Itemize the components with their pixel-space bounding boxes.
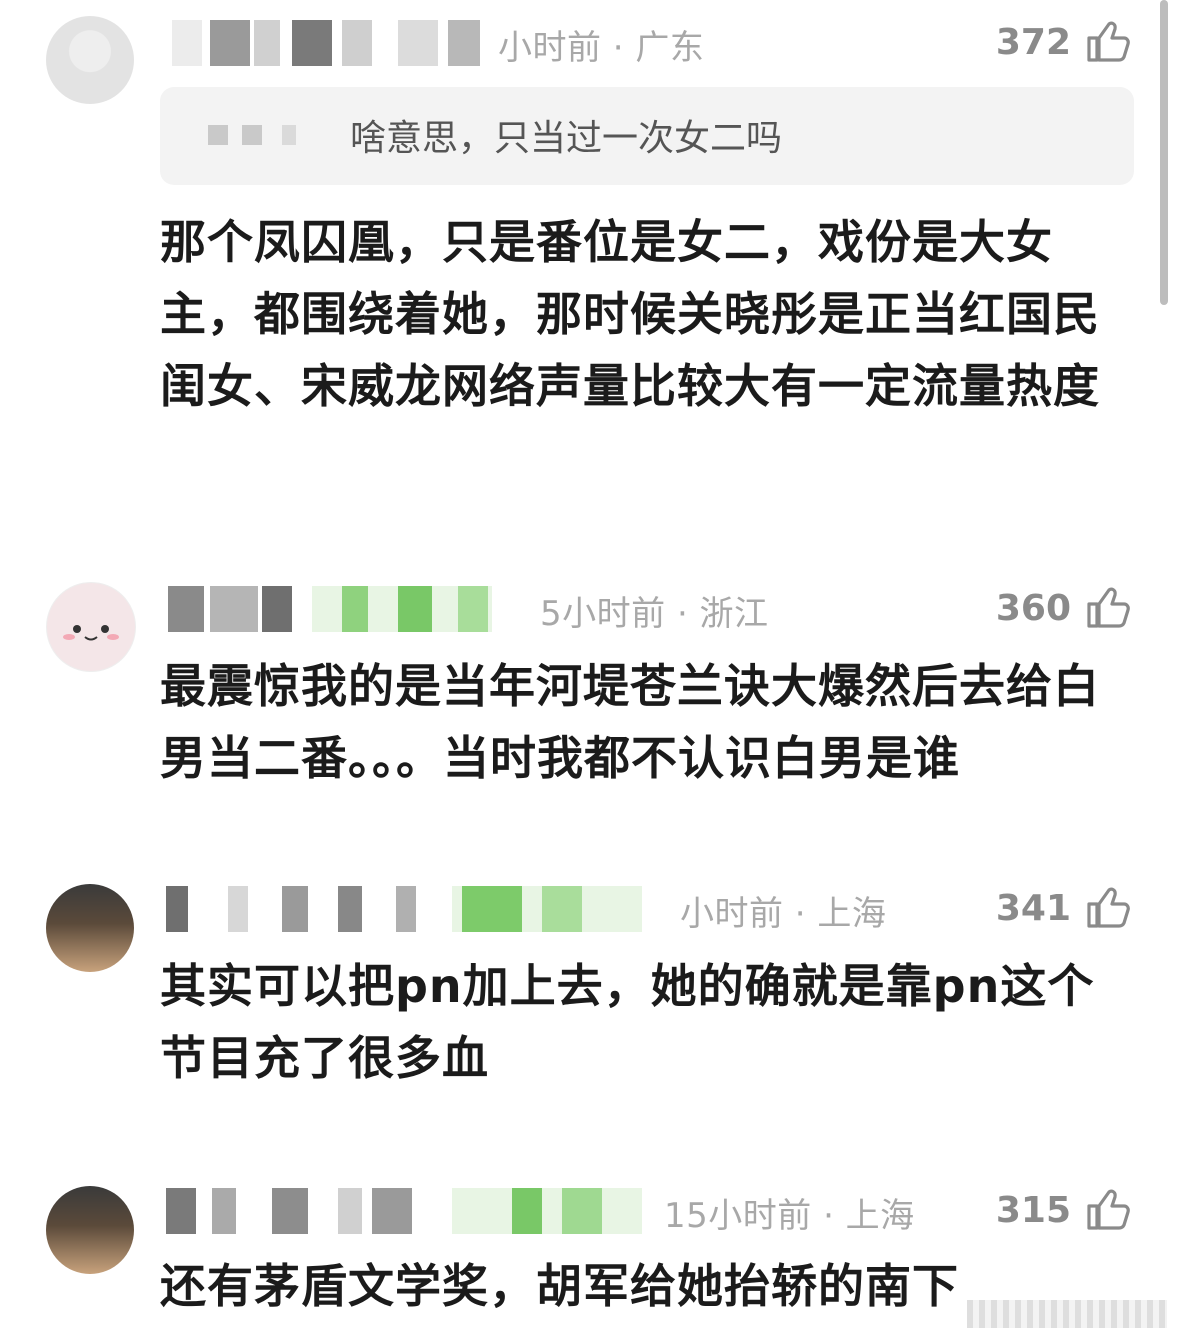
thumbs-up-icon[interactable] — [1083, 1186, 1131, 1234]
thumbs-up-icon[interactable] — [1083, 584, 1131, 632]
comment-text: 还有茅盾文学奖，胡军给她抬轿的南下 — [160, 1259, 959, 1313]
username-redacted[interactable] — [162, 20, 492, 66]
quoted-text: 啥意思，只当过一次女二吗 — [350, 118, 783, 159]
like-count: 341 — [995, 887, 1071, 929]
comment-text: 那个凤囚凰，只是番位是女二，戏份是大女主，都围绕着她，那时候关晓彤是正当红国民闺… — [160, 215, 1100, 413]
comment-meta: 15小时前 · 上海 — [664, 1196, 915, 1236]
comment-meta: 小时前 · 上海 — [680, 894, 887, 934]
thumbs-up-icon[interactable] — [1083, 18, 1131, 66]
username-redacted[interactable] — [162, 586, 502, 632]
quoted-reply[interactable]: 啥意思，只当过一次女二吗 — [160, 87, 1134, 185]
comment-meta: 5小时前 · 浙江 — [540, 594, 769, 634]
avatar-image — [63, 625, 119, 641]
avatar[interactable] — [46, 582, 136, 672]
thumbs-up-icon[interactable] — [1083, 884, 1131, 932]
scrollbar[interactable] — [1160, 0, 1168, 305]
like-count: 360 — [995, 587, 1071, 629]
like-count: 315 — [995, 1189, 1071, 1231]
like-control[interactable]: 372 — [996, 18, 1131, 66]
like-control[interactable]: 360 — [996, 584, 1131, 632]
like-control[interactable]: 341 — [996, 884, 1131, 932]
avatar[interactable] — [46, 884, 134, 972]
username-redacted[interactable] — [162, 886, 652, 932]
comment-text: 其实可以把pn加上去，她的确就是靠pn这个节目充了很多血 — [160, 959, 1095, 1085]
avatar[interactable] — [46, 1186, 134, 1274]
comment-text: 最震惊我的是当年河堤苍兰诀大爆然后去给白男当二番。。。当时我都不认识白男是谁 — [160, 659, 1100, 785]
watermark — [967, 1300, 1167, 1328]
like-control[interactable]: 315 — [996, 1186, 1131, 1234]
username-redacted[interactable] — [162, 1188, 652, 1234]
like-count: 372 — [995, 21, 1071, 63]
avatar[interactable] — [46, 16, 134, 104]
comment-meta: 小时前 · 广东 — [498, 28, 705, 68]
